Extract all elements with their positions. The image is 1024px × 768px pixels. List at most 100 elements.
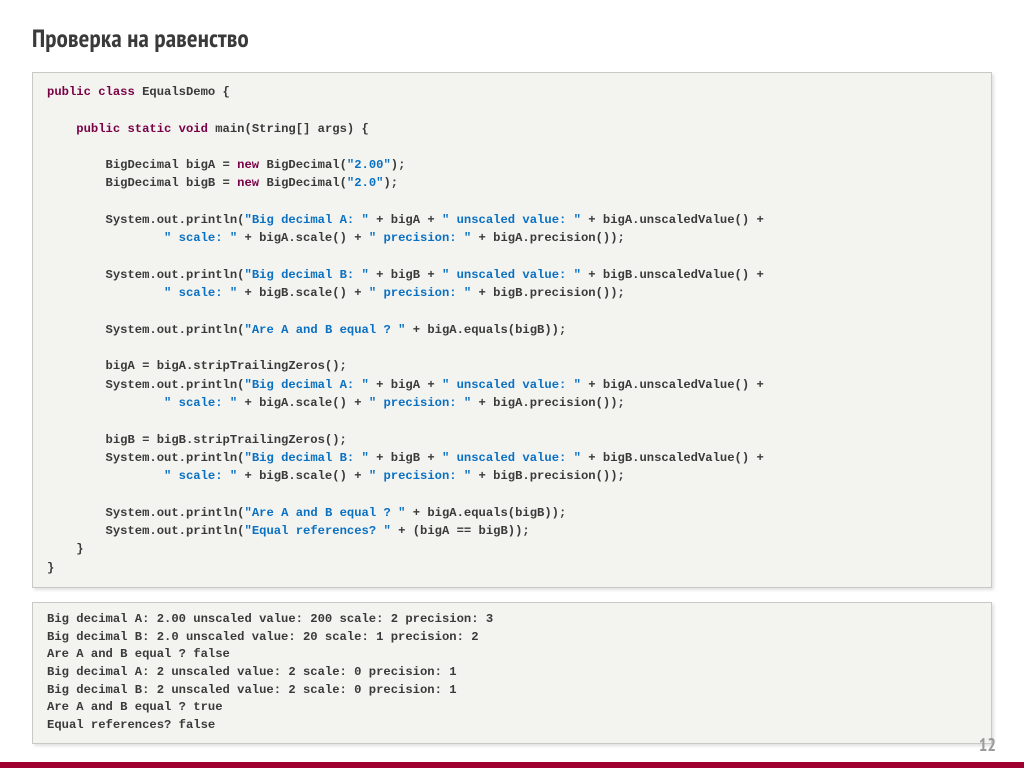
output-line: Big decimal B: 2.0 unscaled value: 20 sc… — [47, 630, 479, 644]
code-text: ); — [383, 176, 398, 190]
code-classname: EqualsDemo — [142, 85, 215, 99]
code-text: } — [76, 542, 83, 556]
code-text: + bigB.unscaledValue() + — [581, 268, 764, 282]
code-text: .println( — [179, 378, 245, 392]
code-text: bigB = bigB.stripTrailingZeros(); — [106, 433, 347, 447]
page-number: 12 — [979, 733, 996, 756]
code-string: " precision: " — [369, 396, 471, 410]
code-string: "Are A and B equal ? " — [245, 506, 406, 520]
code-pad — [47, 542, 76, 556]
code-string: " unscaled value: " — [442, 268, 581, 282]
code-text: + (bigA == bigB)); — [391, 524, 530, 538]
code-ident: out — [157, 323, 179, 337]
code-string: "2.0" — [347, 176, 384, 190]
code-pad — [47, 176, 106, 190]
output-line: Equal references? false — [47, 718, 215, 732]
code-text: .println( — [179, 506, 245, 520]
code-keyword: public class — [47, 85, 142, 99]
code-string: " precision: " — [369, 469, 471, 483]
code-keyword: new — [237, 176, 266, 190]
code-text: + bigA.precision()); — [471, 231, 625, 245]
code-text: BigDecimal( — [266, 158, 346, 172]
output-line: Are A and B equal ? false — [47, 647, 230, 661]
code-text: + bigA.unscaledValue() + — [581, 378, 764, 392]
code-string: "Big decimal B: " — [245, 451, 369, 465]
code-text: + bigB.precision()); — [471, 469, 625, 483]
code-text: + bigA.equals(bigB)); — [405, 506, 566, 520]
code-method: main — [215, 122, 244, 136]
code-pad — [47, 122, 76, 136]
code-string: " scale: " — [164, 231, 237, 245]
code-text: + bigA.equals(bigB)); — [405, 323, 566, 337]
code-pad — [47, 451, 106, 465]
code-pad — [47, 359, 106, 373]
code-text: + bigA.scale() + — [237, 396, 369, 410]
code-text: .println( — [179, 451, 245, 465]
code-text: System. — [106, 451, 157, 465]
code-string: " unscaled value: " — [442, 213, 581, 227]
slide: Проверка на равенство public class Equal… — [0, 0, 1024, 768]
code-text: .println( — [179, 268, 245, 282]
code-text: .println( — [179, 213, 245, 227]
code-text: BigDecimal( — [266, 176, 346, 190]
code-ident: out — [157, 268, 179, 282]
code-text: + bigA.precision()); — [471, 396, 625, 410]
code-text: .println( — [179, 323, 245, 337]
code-text: + bigB.unscaledValue() + — [581, 451, 764, 465]
code-string: " scale: " — [164, 469, 237, 483]
code-text: + bigA.scale() + — [237, 231, 369, 245]
output-block: Big decimal A: 2.00 unscaled value: 200 … — [32, 602, 992, 744]
code-text: System. — [106, 378, 157, 392]
code-ident: out — [157, 213, 179, 227]
output-line: Are A and B equal ? true — [47, 700, 223, 714]
code-pad — [47, 213, 106, 227]
code-ident: out — [157, 524, 179, 538]
code-text: System. — [106, 323, 157, 337]
code-pad — [47, 231, 164, 245]
code-pad — [47, 506, 106, 520]
code-string: " unscaled value: " — [442, 451, 581, 465]
code-keyword: new — [237, 158, 266, 172]
code-string: " unscaled value: " — [442, 378, 581, 392]
code-keyword: public static void — [76, 122, 215, 136]
code-block: public class EqualsDemo { public static … — [32, 72, 992, 588]
code-string: "Are A and B equal ? " — [245, 323, 406, 337]
code-string: "Big decimal A: " — [245, 378, 369, 392]
code-text: System. — [106, 506, 157, 520]
output-line: Big decimal B: 2 unscaled value: 2 scale… — [47, 683, 457, 697]
code-string: " precision: " — [369, 286, 471, 300]
code-string: "2.00" — [347, 158, 391, 172]
code-pad — [47, 524, 106, 538]
code-pad — [47, 469, 164, 483]
code-string: " scale: " — [164, 396, 237, 410]
code-pad — [47, 323, 106, 337]
code-text: + bigB + — [369, 451, 442, 465]
code-string: " precision: " — [369, 231, 471, 245]
code-pad — [47, 158, 106, 172]
code-ident: out — [157, 506, 179, 520]
slide-title: Проверка на равенство — [32, 22, 992, 54]
code-string: " scale: " — [164, 286, 237, 300]
code-string: "Equal references? " — [245, 524, 391, 538]
output-line: Big decimal A: 2 unscaled value: 2 scale… — [47, 665, 457, 679]
code-text: + bigA.unscaledValue() + — [581, 213, 764, 227]
code-text: System. — [106, 524, 157, 538]
code-text: BigDecimal bigB = — [106, 176, 238, 190]
code-text: + bigB + — [369, 268, 442, 282]
code-string: "Big decimal B: " — [245, 268, 369, 282]
code-string: "Big decimal A: " — [245, 213, 369, 227]
code-text: } — [47, 561, 54, 575]
code-text: + bigA + — [369, 378, 442, 392]
code-text: { — [215, 85, 230, 99]
code-text: bigA = bigA.stripTrailingZeros(); — [106, 359, 347, 373]
code-text: ); — [391, 158, 406, 172]
code-text: + bigB.scale() + — [237, 286, 369, 300]
code-pad — [47, 396, 164, 410]
code-text: + bigB.scale() + — [237, 469, 369, 483]
output-line: Big decimal A: 2.00 unscaled value: 200 … — [47, 612, 493, 626]
footer-accent-bar — [0, 762, 1024, 768]
code-pad — [47, 268, 106, 282]
code-text: .println( — [179, 524, 245, 538]
code-pad — [47, 286, 164, 300]
code-text: System. — [106, 268, 157, 282]
